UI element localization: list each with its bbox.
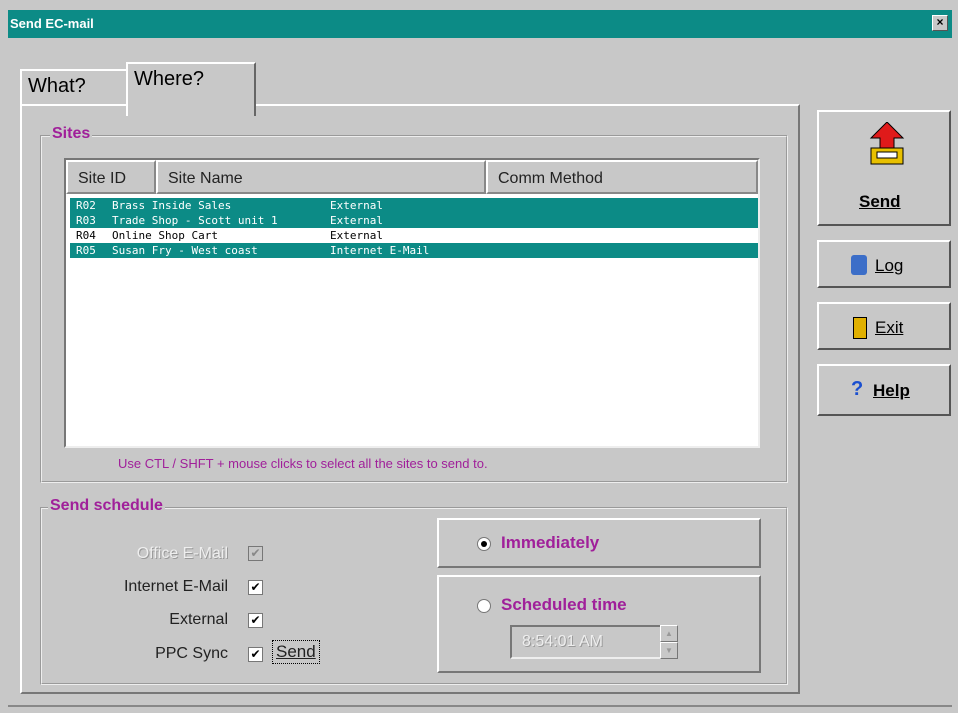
internet-email-checkbox[interactable]: ✔ [248, 580, 263, 595]
close-icon[interactable]: × [932, 15, 948, 31]
help-icon: ? [851, 378, 864, 400]
column-header-site-id[interactable]: Site ID [66, 160, 156, 194]
row-site-name: Brass Inside Sales [112, 199, 232, 212]
scheduled-time-label: Scheduled time [501, 595, 627, 614]
column-header-comm-method[interactable]: Comm Method [486, 160, 758, 194]
title-bar: Send EC-mail × [8, 10, 952, 38]
list-row[interactable]: R04 Online Shop Cart External [70, 228, 758, 243]
row-site-id: R05 [76, 244, 96, 257]
tab-where[interactable]: Where? [126, 62, 256, 116]
time-spinner: ▲ ▼ [660, 625, 678, 659]
ppc-sync-checkbox[interactable]: ✔ [248, 647, 263, 662]
log-button-label: Log [875, 256, 904, 275]
immediately-box[interactable]: Immediately [437, 518, 761, 568]
list-row[interactable]: R02 Brass Inside Sales External [70, 198, 758, 213]
tab-label: What? [28, 75, 86, 97]
office-email-label: Office E-Mail [136, 545, 228, 562]
office-email-checkbox: ✔ [248, 546, 263, 561]
immediately-label: Immediately [501, 533, 600, 552]
row-site-name: Trade Shop - Scott unit 1 [112, 214, 278, 227]
send-button[interactable]: Send [817, 110, 951, 226]
exit-button[interactable]: Exit [817, 302, 951, 350]
list-header: Site ID Site Name Comm Method [66, 160, 758, 194]
send-icon [869, 122, 905, 165]
spin-down-icon: ▼ [660, 642, 678, 659]
window-title: Send EC-mail [10, 16, 94, 31]
external-label: External [169, 611, 228, 628]
send-schedule-group-label: Send schedule [48, 497, 165, 515]
exit-door-icon [853, 317, 867, 339]
row-site-name: Susan Fry - West coast [112, 244, 258, 257]
log-icon [851, 255, 867, 275]
list-row[interactable]: R05 Susan Fry - West coast Internet E-Ma… [70, 243, 758, 258]
row-comm-method: External [330, 199, 383, 212]
tab-label: Where? [134, 68, 205, 90]
immediately-radio[interactable] [477, 537, 491, 551]
selection-hint: Use CTL / SHFT + mouse clicks to select … [118, 456, 488, 471]
row-comm-method: Internet E-Mail [330, 244, 430, 257]
spin-up-icon: ▲ [660, 625, 678, 642]
external-checkbox[interactable]: ✔ [248, 613, 263, 628]
row-site-name: Online Shop Cart [112, 229, 218, 242]
send-button-label: Send [859, 192, 901, 211]
row-site-id: R02 [76, 199, 96, 212]
scheduled-time-radio[interactable] [477, 599, 491, 613]
log-button[interactable]: Log [817, 240, 951, 288]
help-button[interactable]: ? Help [817, 364, 951, 416]
row-comm-method: External [330, 214, 383, 227]
row-comm-method: External [330, 229, 383, 242]
scheduled-time-input: 8:54:01 AM [510, 625, 670, 659]
ppc-sync-label: PPC Sync [155, 645, 228, 662]
sites-list[interactable]: Site ID Site Name Comm Method R02 Brass … [64, 158, 760, 448]
internet-email-label: Internet E-Mail [123, 578, 228, 595]
ppc-send-link[interactable]: Send [272, 640, 320, 664]
row-site-id: R04 [76, 229, 96, 242]
row-site-id: R03 [76, 214, 96, 227]
list-row[interactable]: R03 Trade Shop - Scott unit 1 External [70, 213, 758, 228]
sites-group-label: Sites [50, 125, 93, 143]
exit-button-label: Exit [875, 318, 904, 337]
column-header-site-name[interactable]: Site Name [156, 160, 486, 194]
help-button-label: Help [873, 381, 910, 400]
